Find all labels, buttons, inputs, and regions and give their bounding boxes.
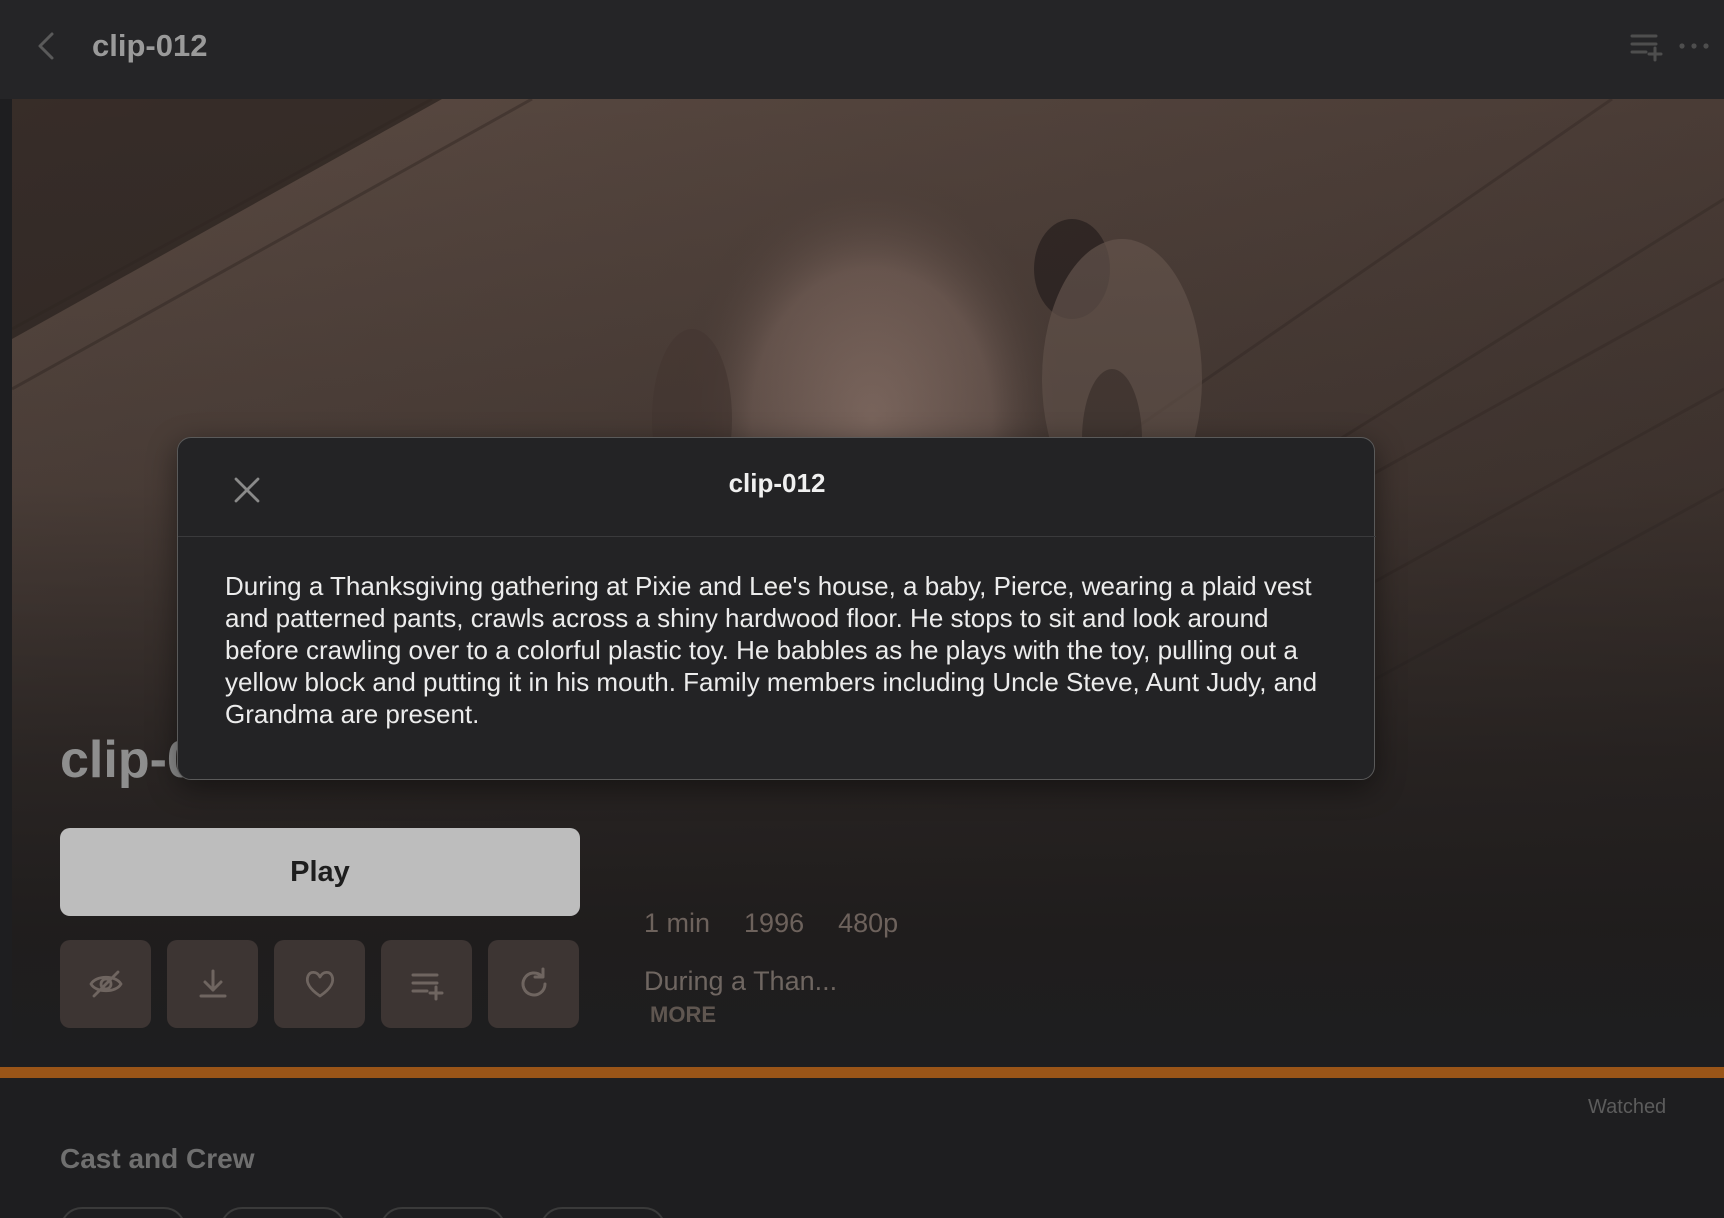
dialog-title: clip-012 (728, 468, 826, 498)
add-to-queue-icon (1630, 34, 1663, 62)
watched-status: Watched (1588, 1096, 1667, 1118)
dialog-description: During a Thanksgiving gathering at Pixie… (225, 571, 1318, 729)
cast-list (60, 1207, 666, 1218)
mark-watched-button[interactable] (60, 940, 151, 1028)
short-description-text: During a Than... (644, 966, 838, 996)
item-details-page: clip-012 clip-012 Play 1 min 1996 480p D… (0, 0, 1724, 1218)
play-button[interactable]: Play (60, 828, 580, 916)
add-to-queue-button[interactable] (1628, 28, 1664, 64)
eye-slash-icon (88, 970, 123, 998)
short-description: During a Than... MORE (644, 965, 844, 1031)
more-options-button[interactable] (1676, 28, 1712, 64)
add-to-playlist-button[interactable] (381, 940, 472, 1028)
refresh-button[interactable] (488, 940, 579, 1028)
watch-progress-fill (0, 1067, 1724, 1078)
back-button[interactable] (30, 26, 64, 66)
cast-card[interactable] (220, 1207, 346, 1218)
download-button[interactable] (167, 940, 258, 1028)
duration-label: 1 min (644, 908, 711, 938)
description-dialog: clip-012 During a Thanksgiving gathering… (177, 437, 1376, 780)
media-info: 1 min 1996 480p (644, 908, 898, 939)
dialog-divider (178, 536, 1376, 537)
top-bar: clip-012 (0, 0, 1724, 99)
more-horizontal-icon (1679, 43, 1709, 49)
cast-card[interactable] (380, 1207, 506, 1218)
favorite-button[interactable] (274, 940, 365, 1028)
cast-card[interactable] (540, 1207, 666, 1218)
more-link[interactable]: MORE (650, 1002, 716, 1027)
cast-section-title: Cast and Crew (60, 1143, 255, 1174)
year-label: 1996 (744, 908, 805, 938)
cast-card[interactable] (60, 1207, 186, 1218)
page-title: clip-012 (92, 28, 208, 63)
refresh-icon (521, 967, 546, 997)
playlist-add-icon (411, 973, 443, 1001)
resolution-label: 480p (838, 908, 899, 938)
action-buttons (60, 940, 579, 1028)
download-icon (199, 969, 226, 998)
chevron-left-icon (38, 32, 54, 60)
heart-icon (305, 970, 334, 998)
watch-progress-bar (0, 1067, 1724, 1078)
